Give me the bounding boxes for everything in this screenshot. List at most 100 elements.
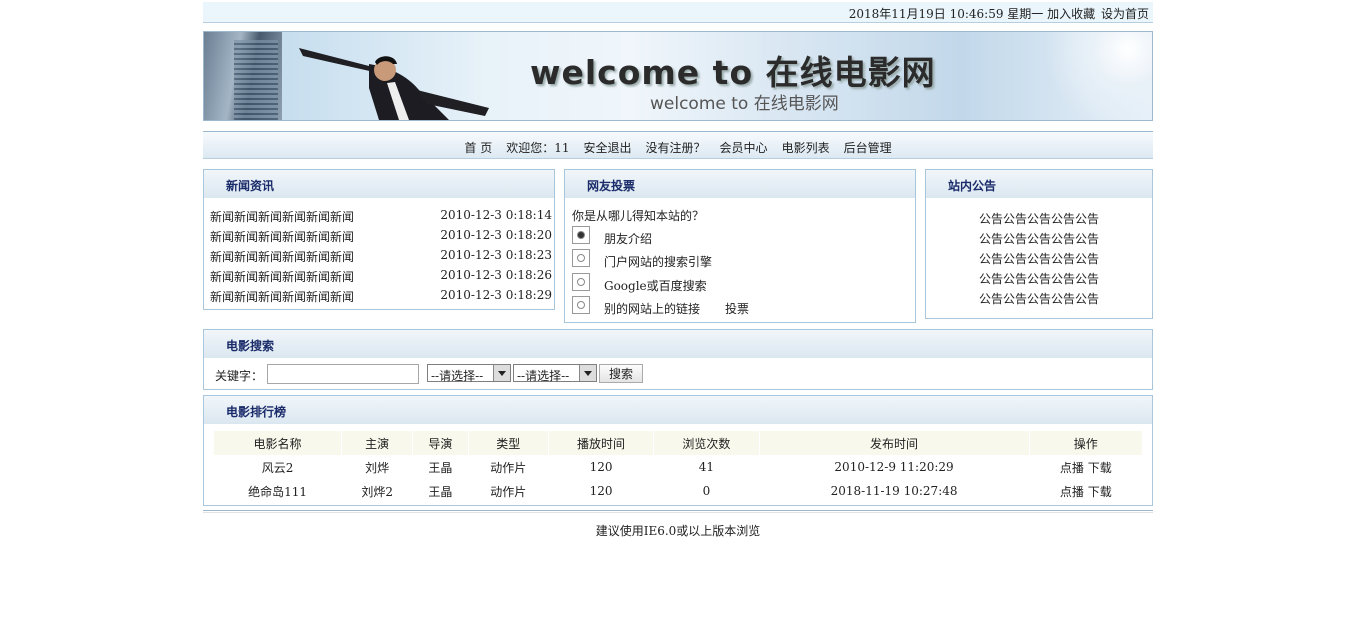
nav-logout[interactable]: 安全退出 [584, 141, 632, 155]
cell-actions: 点播 下载 [1030, 479, 1142, 503]
nav-welcome: 欢迎您：11 [506, 141, 570, 155]
vote-header: 网友投票 [565, 170, 915, 199]
table-row: 风云2 刘烨 王晶 动作片 120 41 2010-12-9 11:20:29 … [214, 455, 1142, 479]
news-name[interactable]: 新闻新闻新闻新闻新闻新闻 [210, 228, 354, 245]
list-item[interactable]: 公告公告公告公告公告 [926, 290, 1152, 307]
notice-header: 站内公告 [926, 170, 1152, 199]
news-name[interactable]: 新闻新闻新闻新闻新闻新闻 [210, 208, 354, 225]
list-item[interactable]: 公告公告公告公告公告 [926, 270, 1152, 287]
cell-published: 2010-12-9 11:20:29 [834, 460, 954, 474]
cell-duration: 120 [589, 460, 613, 474]
search-header: 电影搜索 [204, 330, 1152, 359]
ranking-panel: 电影排行榜 电影名称 主演 导演 类型 播放时间 浏览次数 发布时间 操作 风云… [203, 395, 1153, 506]
vote-submit-button[interactable]: 投票 [725, 300, 749, 317]
radio-button[interactable] [572, 273, 590, 291]
banner-title: welcome to 在线电影网 [530, 53, 936, 92]
list-item[interactable]: 新闻新闻新闻新闻新闻新闻 2010-12-3 0:18:14 [210, 208, 552, 226]
nav-member-center[interactable]: 会员中心 [720, 141, 768, 155]
cell-actor: 刘烨 [365, 460, 390, 475]
vote-option-label: 门户网站的搜索引擎 [604, 255, 713, 269]
col-header: 发布时间 [759, 431, 1029, 455]
vote-title: 网友投票 [587, 179, 636, 193]
news-name[interactable]: 新闻新闻新闻新闻新闻新闻 [210, 268, 354, 285]
radio-button[interactable] [572, 296, 590, 314]
notice-title: 站内公告 [948, 179, 997, 193]
table-row: 绝命岛111 刘烨2 王晶 动作片 120 0 2018-11-19 10:27… [214, 479, 1142, 503]
cell-type: 动作片 [490, 460, 527, 475]
col-header: 电影名称 [214, 431, 342, 455]
footer-text: 建议使用IE6.0或以上版本浏览 [595, 524, 761, 538]
list-item[interactable]: 新闻新闻新闻新闻新闻新闻 2010-12-3 0:18:20 [210, 228, 552, 246]
chevron-down-icon[interactable] [493, 365, 510, 381]
nav-register[interactable]: 没有注册？ [646, 141, 706, 155]
col-header: 类型 [468, 431, 548, 455]
site-banner: welcome to 在线电影网 welcome to 在线电影网 [203, 31, 1153, 121]
play-link[interactable]: 点播 [1060, 461, 1084, 475]
cloud-decoration [1032, 32, 1152, 120]
cell-director: 王晶 [428, 460, 453, 475]
news-title: 新闻资讯 [226, 179, 275, 193]
cell-views: 0 [702, 484, 711, 498]
keyword-input[interactable] [267, 364, 419, 384]
ranking-table: 电影名称 主演 导演 类型 播放时间 浏览次数 发布时间 操作 风云2 刘烨 王… [213, 431, 1143, 503]
chevron-down-icon[interactable] [579, 365, 596, 381]
ranking-title: 电影排行榜 [226, 405, 287, 419]
businessman-image [299, 48, 489, 120]
notice-panel: 站内公告 公告公告公告公告公告 公告公告公告公告公告 公告公告公告公告公告 公告… [925, 169, 1153, 319]
nav-items: 首 页欢迎您：11 安全退出 没有注册？ 会员中心 电影列表 后台管理 [203, 139, 1153, 156]
news-date: 2010-12-3 0:18:14 [440, 208, 552, 222]
list-item[interactable]: 公告公告公告公告公告 [926, 250, 1152, 267]
category-select[interactable]: --请选择-- [427, 364, 511, 383]
news-date: 2010-12-3 0:18:29 [440, 288, 552, 302]
vote-question: 你是从哪儿得知本站的？ [572, 209, 705, 223]
keyword-label: 关键字： [215, 369, 264, 383]
nav-admin[interactable]: 后台管理 [844, 141, 892, 155]
download-link[interactable]: 下载 [1088, 461, 1112, 475]
type-select-value: --请选择-- [517, 369, 570, 383]
type-select[interactable]: --请选择-- [513, 364, 597, 383]
play-link[interactable]: 点播 [1060, 485, 1084, 499]
banner-subtitle: welcome to 在线电影网 [650, 94, 839, 114]
col-header: 操作 [1029, 431, 1142, 455]
search-panel: 电影搜索 关键字： --请选择-- --请选择-- 搜索 [203, 329, 1153, 390]
cell-duration: 120 [589, 484, 613, 498]
vote-option-label: 朋友介绍 [604, 232, 653, 246]
radio-button[interactable] [572, 226, 590, 244]
main-nav: 首 页欢迎您：11 安全退出 没有注册？ 会员中心 电影列表 后台管理 [203, 131, 1153, 159]
list-item[interactable]: 新闻新闻新闻新闻新闻新闻 2010-12-3 0:18:26 [210, 268, 552, 286]
radio-button[interactable] [572, 249, 590, 267]
col-header: 播放时间 [548, 431, 654, 455]
col-header: 导演 [413, 431, 468, 455]
category-select-value: --请选择-- [431, 369, 484, 383]
add-bookmark-link[interactable]: 加入收藏 [1047, 7, 1095, 21]
news-date: 2010-12-3 0:18:26 [440, 268, 552, 282]
news-name[interactable]: 新闻新闻新闻新闻新闻新闻 [210, 288, 354, 305]
vote-option-label: 别的网站上的链接 [604, 302, 701, 316]
download-link[interactable]: 下载 [1088, 485, 1112, 499]
footer: 建议使用IE6.0或以上版本浏览 [203, 510, 1153, 538]
top-bar-right: 2018年11月19日 10:46:59 星期一 加入收藏 设为首页 [843, 5, 1149, 22]
list-item[interactable]: 新闻新闻新闻新闻新闻新闻 2010-12-3 0:18:29 [210, 288, 552, 306]
news-header: 新闻资讯 [204, 170, 554, 199]
nav-home[interactable]: 首 页 [464, 141, 492, 155]
list-item[interactable]: 新闻新闻新闻新闻新闻新闻 2010-12-3 0:18:23 [210, 248, 552, 266]
col-header: 主演 [342, 431, 413, 455]
list-item[interactable]: 公告公告公告公告公告 [926, 210, 1152, 227]
building-windows [234, 40, 278, 120]
cell-views: 41 [698, 460, 715, 474]
news-date: 2010-12-3 0:18:20 [440, 228, 552, 242]
news-name[interactable]: 新闻新闻新闻新闻新闻新闻 [210, 248, 354, 265]
cell-name[interactable]: 风云2 [214, 455, 341, 479]
set-homepage-link[interactable]: 设为首页 [1101, 7, 1149, 21]
col-header: 浏览次数 [654, 431, 759, 455]
cell-name[interactable]: 绝命岛111 [214, 479, 341, 503]
table-header-row: 电影名称 主演 导演 类型 播放时间 浏览次数 发布时间 操作 [214, 431, 1142, 455]
list-item[interactable]: 公告公告公告公告公告 [926, 230, 1152, 247]
top-bar: 2018年11月19日 10:46:59 星期一 加入收藏 设为首页 [203, 2, 1153, 23]
search-button[interactable]: 搜索 [599, 364, 643, 383]
cell-type: 动作片 [490, 484, 527, 499]
cell-published: 2018-11-19 10:27:48 [830, 484, 958, 498]
news-date: 2010-12-3 0:18:23 [440, 248, 552, 262]
news-panel: 新闻资讯 新闻新闻新闻新闻新闻新闻 2010-12-3 0:18:14 新闻新闻新… [203, 169, 555, 310]
nav-movie-list[interactable]: 电影列表 [782, 141, 830, 155]
